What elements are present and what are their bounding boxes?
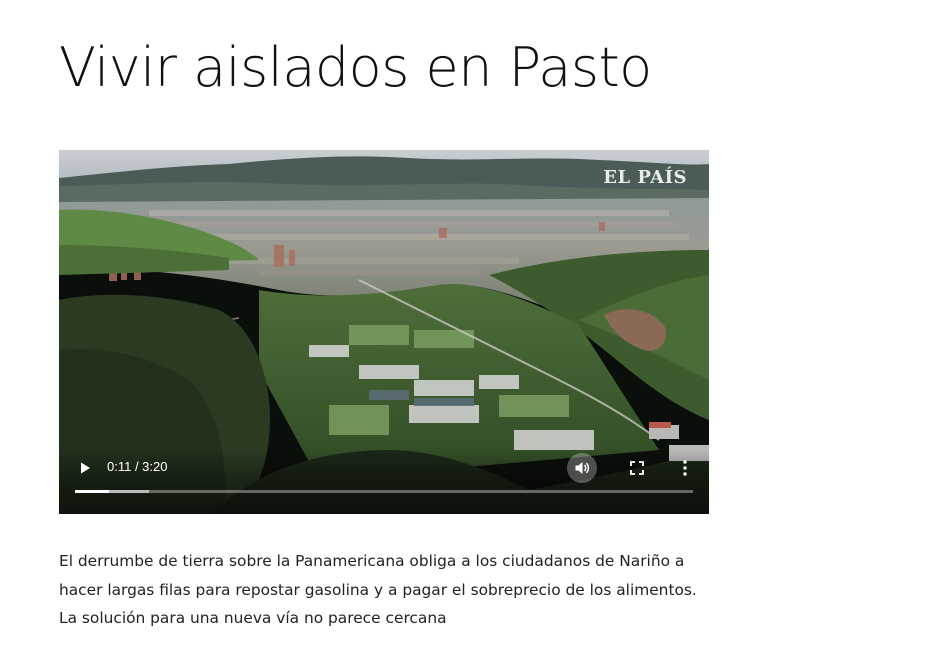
video-time-display: 0:11 / 3:20: [107, 459, 168, 474]
fullscreen-icon: [630, 461, 644, 475]
more-options-button[interactable]: [678, 458, 692, 478]
el-pais-watermark: EL PAÍS: [603, 167, 687, 188]
play-icon: [81, 462, 90, 474]
article-page: Vivir aislados en Pasto EL PAÍS 0:11 / 3…: [0, 0, 951, 646]
more-options-icon: [683, 460, 687, 476]
article-summary: El derrumbe de tierra sobre la Panameric…: [59, 552, 697, 627]
video-progress-bar[interactable]: [75, 490, 693, 493]
video-controls-bar: 0:11 / 3:20: [59, 450, 709, 514]
video-player[interactable]: EL PAÍS 0:11 / 3:20: [59, 150, 709, 514]
article-title: Vivir aislados en Pasto: [59, 36, 652, 99]
volume-button[interactable]: [567, 453, 597, 483]
play-button[interactable]: [76, 459, 94, 477]
volume-icon: [575, 462, 590, 474]
video-played-bar: [75, 490, 109, 493]
fullscreen-button[interactable]: [629, 460, 645, 476]
